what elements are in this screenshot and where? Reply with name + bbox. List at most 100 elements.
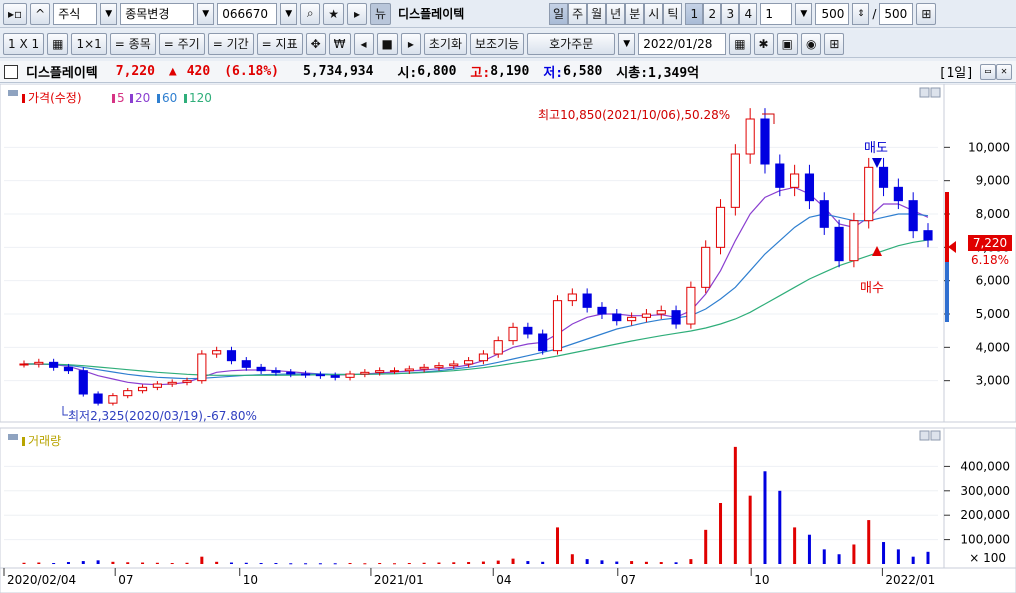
toolbar-primary: ▸▫ ^ 주식 ▼ 종목변경 ▼ 066670 ▼ ⌕ ★ ▸ 뉴 디스플레이텍…	[0, 0, 1016, 28]
candle-body	[701, 246, 711, 288]
volume-axis	[943, 427, 1016, 569]
select-checkbox[interactable]	[4, 64, 18, 79]
number-buttons: 1 2 3 4	[685, 2, 758, 25]
candle-body	[108, 395, 118, 404]
change-stock-field[interactable]: 종목변경	[120, 2, 195, 25]
period-tick[interactable]: 틱	[663, 2, 683, 25]
ma120-legend-label: 120	[189, 91, 212, 105]
stock-compare-button[interactable]: = 종목	[109, 32, 156, 55]
candle-body	[864, 166, 874, 222]
period-month[interactable]: 월	[587, 2, 607, 25]
price-tick-label: 4,000	[976, 340, 1010, 354]
volume-bar	[318, 563, 322, 565]
candle-body	[137, 386, 148, 392]
period-hour[interactable]: 시	[644, 2, 664, 25]
volume-pane-minimize-icon[interactable]	[919, 430, 930, 441]
next-icon[interactable]: ▸	[346, 2, 367, 25]
volume-legend-toggle-icon[interactable]	[8, 434, 18, 440]
expand-icon[interactable]: ▸▫	[3, 2, 28, 25]
candle-body	[197, 353, 207, 382]
tools-icon[interactable]: ◉	[800, 32, 822, 55]
pane-close-icon[interactable]	[930, 87, 941, 98]
candle-body	[538, 333, 548, 352]
stop-icon[interactable]: ■	[376, 32, 398, 55]
volume-bar	[392, 563, 396, 565]
number-1[interactable]: 1	[685, 2, 704, 25]
interval-dropdown-icon[interactable]: ▼	[795, 2, 813, 25]
candle-body	[775, 163, 785, 188]
date-input[interactable]: 2022/01/28	[638, 32, 727, 55]
move-icon[interactable]: ✥	[305, 32, 326, 55]
aux-functions-button[interactable]: 보조기능	[470, 32, 525, 55]
volume-bar	[274, 563, 278, 565]
order-button[interactable]: 호가주문	[527, 32, 616, 55]
stock-code-input[interactable]: 066670	[217, 2, 278, 25]
volume-bar	[141, 562, 145, 564]
candle-body	[241, 360, 251, 368]
volume-bar	[22, 562, 26, 564]
grid-layout-button[interactable]: 1×1	[71, 32, 107, 55]
period-week[interactable]: 주	[568, 2, 588, 25]
market-select[interactable]: 주식	[53, 2, 98, 25]
favorite-star-icon[interactable]: ★	[323, 2, 344, 25]
volume-pane-close-icon[interactable]	[930, 430, 941, 441]
market-dropdown-icon[interactable]: ▼	[100, 2, 118, 25]
period-range-button[interactable]: = 기간	[207, 32, 254, 55]
indicator-button[interactable]: = 지표	[256, 32, 303, 55]
period-year[interactable]: 년	[606, 2, 626, 25]
settings-gear-icon[interactable]: ✱	[753, 32, 774, 55]
volume-bar	[37, 562, 41, 564]
cap-label: 시총:	[616, 66, 649, 81]
legend-toggle-icon[interactable]	[8, 90, 18, 96]
open-price: 6,800	[417, 64, 457, 79]
period-minute[interactable]: 분	[625, 2, 645, 25]
pane-minimize-icon[interactable]	[919, 87, 930, 98]
add-window-icon[interactable]: ⊞	[916, 2, 937, 25]
candle-body	[582, 293, 592, 308]
date-tick-label: 07	[118, 573, 133, 587]
code-dropdown-icon[interactable]: ▼	[280, 2, 298, 25]
maximize-icon[interactable]: ▭	[980, 63, 996, 80]
number-2[interactable]: 2	[703, 2, 722, 25]
volume-bar	[807, 534, 811, 564]
close-icon[interactable]: ✕	[996, 63, 1012, 80]
volume-bar	[185, 562, 189, 564]
reset-button[interactable]: 초기화	[423, 32, 468, 55]
news-button[interactable]: 뉴	[369, 2, 392, 25]
trade-volume: 5,734,934	[303, 64, 374, 79]
volume-bar	[289, 563, 293, 565]
date-tick-label: 2021/01	[374, 573, 424, 587]
candle-body	[478, 353, 488, 362]
order-dropdown-icon[interactable]: ▼	[618, 32, 636, 55]
volume-bar	[748, 495, 752, 564]
volume-bar	[200, 556, 204, 564]
search-icon[interactable]: ⌕	[300, 2, 321, 25]
candle-body	[730, 153, 740, 208]
number-3[interactable]: 3	[721, 2, 740, 25]
volume-bar	[348, 563, 352, 565]
volume-bar	[778, 490, 782, 564]
interval-input[interactable]: 1	[760, 2, 793, 25]
scroll-right-icon[interactable]: ▸	[400, 32, 421, 55]
chart-settings-icon[interactable]: ▣	[776, 32, 798, 55]
new-window-icon[interactable]: ⊞	[824, 32, 845, 55]
calendar-icon[interactable]: ▦	[729, 32, 751, 55]
volume-pane[interactable]	[0, 427, 945, 569]
up-arrow-icon[interactable]: ^	[30, 2, 51, 25]
count-separator: /	[872, 6, 877, 21]
count-input[interactable]: 500	[815, 2, 850, 25]
candle-body	[656, 310, 666, 315]
scroll-left-icon[interactable]: ◂	[353, 32, 374, 55]
number-4[interactable]: 4	[739, 2, 758, 25]
count-total-input[interactable]: 500	[879, 2, 914, 25]
currency-button[interactable]: ₩	[328, 32, 351, 55]
candle-body	[715, 206, 726, 248]
cycle-button[interactable]: = 주기	[158, 32, 205, 55]
count-spinner-icon[interactable]: ⇕	[852, 2, 870, 25]
change-dropdown-icon[interactable]: ▼	[197, 2, 215, 25]
layout-button[interactable]: 1 X 1	[3, 32, 45, 55]
price-chart-svg[interactable]: 3,0004,0005,0006,0007,0008,0009,00010,00…	[0, 83, 1016, 593]
candle-body	[123, 390, 133, 397]
grid-icon[interactable]: ▦	[47, 32, 69, 55]
period-day[interactable]: 일	[549, 2, 569, 25]
